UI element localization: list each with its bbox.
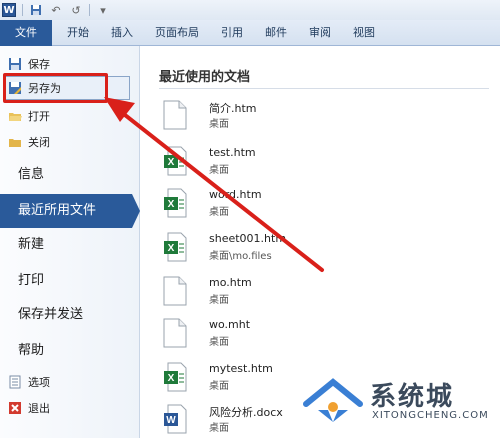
nav-open[interactable]: 打开	[8, 106, 50, 126]
options-icon	[8, 375, 22, 389]
svg-text:X: X	[168, 373, 175, 384]
recent-file-name: word.htm	[209, 188, 262, 201]
excel-document-icon: X	[163, 362, 187, 392]
tab-references[interactable]: 引用	[210, 20, 254, 46]
nav-new[interactable]: 新建	[0, 228, 140, 262]
nav-close[interactable]: 关闭	[8, 132, 50, 152]
nav-help[interactable]: 帮助	[0, 334, 140, 368]
recent-file-location: 桌面\mo.files	[209, 251, 272, 262]
recent-file-name: 简介.htm	[209, 102, 257, 115]
watermark-subtitle: XITONGCHENG.COM	[372, 410, 489, 421]
recent-file-location: 桌面	[209, 295, 229, 306]
tab-home[interactable]: 开始	[56, 20, 100, 46]
nav-options-label: 选项	[28, 376, 50, 389]
nav-exit[interactable]: 退出	[8, 398, 50, 418]
watermark-title: 系统城	[370, 382, 455, 412]
svg-text:W: W	[166, 415, 176, 426]
toolbar-separator	[22, 4, 23, 16]
undo-icon[interactable]: ↶	[49, 3, 63, 17]
recent-file-name: sheet001.htm	[209, 232, 287, 245]
tab-mailings[interactable]: 邮件	[254, 20, 298, 46]
close-folder-icon	[8, 135, 22, 149]
toolbar-separator	[89, 4, 90, 16]
recent-file-location: 桌面	[209, 423, 229, 434]
recent-file-item[interactable]: wo.mht 桌面	[163, 318, 483, 354]
exit-icon	[8, 401, 22, 415]
excel-document-icon: X	[163, 188, 187, 218]
recent-file-location: 桌面	[209, 165, 229, 176]
section-title: 最近使用的文档	[159, 70, 251, 85]
save-icon	[8, 57, 22, 71]
blank-document-icon	[163, 100, 187, 130]
recent-file-location: 桌面	[209, 207, 229, 218]
tab-page-layout[interactable]: 页面布局	[144, 20, 210, 46]
recent-file-location: 桌面	[209, 337, 229, 348]
blank-document-icon	[163, 318, 187, 348]
customize-toolbar-icon[interactable]: ▾	[96, 3, 110, 17]
recent-file-name: test.htm	[209, 146, 256, 159]
watermark: 系统城 XITONGCHENG.COM	[300, 370, 490, 430]
open-folder-icon	[8, 109, 22, 123]
watermark-logo-icon	[303, 378, 363, 422]
nav-recent[interactable]: 最近所用文件	[0, 194, 140, 228]
recent-file-item[interactable]: Xword.htm 桌面	[163, 188, 483, 224]
tab-review[interactable]: 审阅	[298, 20, 342, 46]
nav-info[interactable]: 信息	[0, 158, 140, 192]
recent-file-name: mo.htm	[209, 276, 252, 289]
nav-exit-label: 退出	[28, 402, 50, 415]
recent-file-name: 风险分析.docx	[209, 406, 283, 419]
highlight-frame	[3, 73, 108, 103]
recent-file-location: 桌面	[209, 381, 229, 392]
excel-document-icon: X	[163, 232, 187, 262]
nav-options[interactable]: 选项	[8, 372, 50, 392]
blank-document-icon	[163, 276, 187, 306]
nav-save-send[interactable]: 保存并发送	[0, 298, 140, 332]
svg-text:X: X	[168, 157, 175, 168]
redo-icon[interactable]: ↺	[69, 3, 83, 17]
tab-insert[interactable]: 插入	[100, 20, 144, 46]
recent-file-item[interactable]: Xsheet001.htm 桌面\mo.files	[163, 232, 483, 268]
nav-close-label: 关闭	[28, 136, 50, 149]
svg-text:X: X	[168, 243, 175, 254]
tab-file[interactable]: 文件	[0, 19, 52, 46]
tab-view[interactable]: 视图	[342, 20, 386, 46]
nav-print[interactable]: 打印	[0, 264, 140, 298]
word-logo-icon[interactable]: W	[2, 3, 16, 17]
nav-open-label: 打开	[28, 110, 50, 123]
recent-file-item[interactable]: Xtest.htm 桌面	[163, 146, 483, 182]
recent-file-location: 桌面	[209, 119, 229, 130]
section-divider	[159, 88, 489, 89]
word-document-icon: W	[163, 404, 187, 434]
recent-file-name: wo.mht	[209, 318, 251, 331]
recent-file-item[interactable]: 简介.htm 桌面	[163, 100, 483, 136]
svg-text:X: X	[168, 199, 175, 210]
nav-save[interactable]: 保存	[8, 54, 50, 74]
ribbon-tabs: 文件 开始 插入 页面布局 引用 邮件 审阅 视图	[0, 19, 500, 46]
recent-file-item[interactable]: mo.htm 桌面	[163, 276, 483, 312]
excel-document-icon: X	[163, 146, 187, 176]
recent-file-name: mytest.htm	[209, 362, 273, 375]
save-icon[interactable]	[29, 3, 43, 17]
quick-access-toolbar: W ↶ ↺ ▾	[0, 0, 500, 20]
nav-save-label: 保存	[28, 58, 50, 71]
backstage-nav: 保存 另存为 打开 关闭 信息 最近所用文件 新建 打印 保存并发送 帮助 选项…	[0, 46, 140, 438]
